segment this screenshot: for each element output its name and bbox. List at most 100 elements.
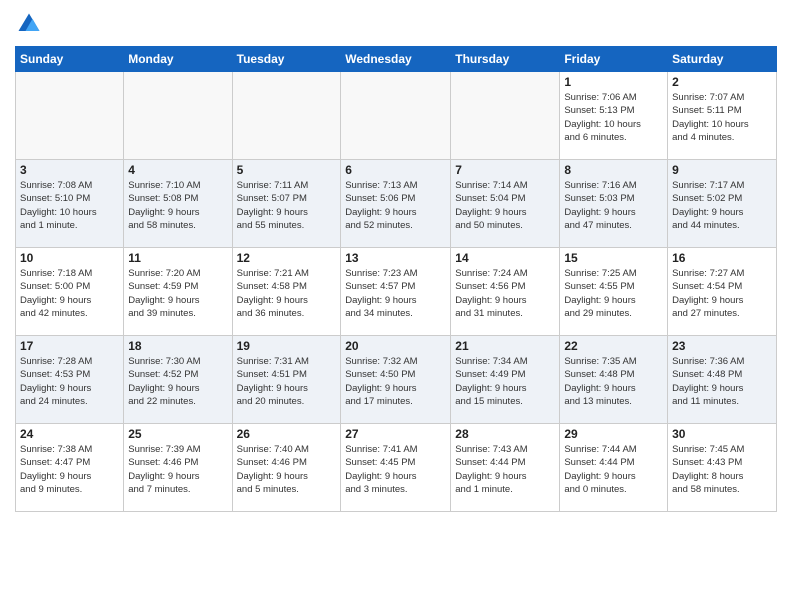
day-number: 29 <box>564 427 663 441</box>
day-number: 28 <box>455 427 555 441</box>
day-number: 11 <box>128 251 227 265</box>
day-info: Sunrise: 7:27 AM Sunset: 4:54 PM Dayligh… <box>672 267 772 320</box>
calendar-cell: 8 Sunrise: 7:16 AM Sunset: 5:03 PM Daylig… <box>560 160 668 248</box>
page-container: SundayMondayTuesdayWednesdayThursdayFrid… <box>0 0 792 522</box>
day-info: Sunrise: 7:28 AM Sunset: 4:53 PM Dayligh… <box>20 355 119 408</box>
header <box>15 10 777 38</box>
calendar-cell: 27 Sunrise: 7:41 AM Sunset: 4:45 PM Dayli… <box>341 424 451 512</box>
calendar-cell: 13 Sunrise: 7:23 AM Sunset: 4:57 PM Dayli… <box>341 248 451 336</box>
weekday-header-thursday: Thursday <box>451 47 560 72</box>
day-number: 23 <box>672 339 772 353</box>
day-info: Sunrise: 7:30 AM Sunset: 4:52 PM Dayligh… <box>128 355 227 408</box>
day-number: 27 <box>345 427 446 441</box>
day-info: Sunrise: 7:34 AM Sunset: 4:49 PM Dayligh… <box>455 355 555 408</box>
day-info: Sunrise: 7:45 AM Sunset: 4:43 PM Dayligh… <box>672 443 772 496</box>
calendar-cell: 24 Sunrise: 7:38 AM Sunset: 4:47 PM Dayli… <box>16 424 124 512</box>
calendar-cell: 20 Sunrise: 7:32 AM Sunset: 4:50 PM Dayli… <box>341 336 451 424</box>
calendar-cell: 10 Sunrise: 7:18 AM Sunset: 5:00 PM Dayli… <box>16 248 124 336</box>
calendar: SundayMondayTuesdayWednesdayThursdayFrid… <box>15 46 777 512</box>
calendar-cell <box>341 72 451 160</box>
weekday-header-monday: Monday <box>124 47 232 72</box>
week-row-4: 17 Sunrise: 7:28 AM Sunset: 4:53 PM Dayli… <box>16 336 777 424</box>
logo-icon <box>15 10 43 38</box>
day-info: Sunrise: 7:16 AM Sunset: 5:03 PM Dayligh… <box>564 179 663 232</box>
day-number: 22 <box>564 339 663 353</box>
day-number: 16 <box>672 251 772 265</box>
calendar-cell: 5 Sunrise: 7:11 AM Sunset: 5:07 PM Daylig… <box>232 160 341 248</box>
day-info: Sunrise: 7:14 AM Sunset: 5:04 PM Dayligh… <box>455 179 555 232</box>
calendar-cell: 12 Sunrise: 7:21 AM Sunset: 4:58 PM Dayli… <box>232 248 341 336</box>
week-row-5: 24 Sunrise: 7:38 AM Sunset: 4:47 PM Dayli… <box>16 424 777 512</box>
calendar-cell: 29 Sunrise: 7:44 AM Sunset: 4:44 PM Dayli… <box>560 424 668 512</box>
day-number: 24 <box>20 427 119 441</box>
day-info: Sunrise: 7:41 AM Sunset: 4:45 PM Dayligh… <box>345 443 446 496</box>
day-number: 4 <box>128 163 227 177</box>
calendar-cell: 30 Sunrise: 7:45 AM Sunset: 4:43 PM Dayli… <box>668 424 777 512</box>
calendar-cell <box>232 72 341 160</box>
day-info: Sunrise: 7:21 AM Sunset: 4:58 PM Dayligh… <box>237 267 337 320</box>
weekday-header-tuesday: Tuesday <box>232 47 341 72</box>
day-info: Sunrise: 7:13 AM Sunset: 5:06 PM Dayligh… <box>345 179 446 232</box>
day-number: 17 <box>20 339 119 353</box>
day-info: Sunrise: 7:23 AM Sunset: 4:57 PM Dayligh… <box>345 267 446 320</box>
day-info: Sunrise: 7:06 AM Sunset: 5:13 PM Dayligh… <box>564 91 663 144</box>
calendar-cell: 6 Sunrise: 7:13 AM Sunset: 5:06 PM Daylig… <box>341 160 451 248</box>
day-info: Sunrise: 7:43 AM Sunset: 4:44 PM Dayligh… <box>455 443 555 496</box>
day-info: Sunrise: 7:17 AM Sunset: 5:02 PM Dayligh… <box>672 179 772 232</box>
day-number: 21 <box>455 339 555 353</box>
day-number: 10 <box>20 251 119 265</box>
day-info: Sunrise: 7:32 AM Sunset: 4:50 PM Dayligh… <box>345 355 446 408</box>
logo <box>15 10 47 38</box>
day-number: 18 <box>128 339 227 353</box>
day-number: 19 <box>237 339 337 353</box>
day-info: Sunrise: 7:18 AM Sunset: 5:00 PM Dayligh… <box>20 267 119 320</box>
calendar-cell <box>124 72 232 160</box>
day-number: 12 <box>237 251 337 265</box>
day-info: Sunrise: 7:25 AM Sunset: 4:55 PM Dayligh… <box>564 267 663 320</box>
calendar-cell: 15Sunrise: 7:25 AM Sunset: 4:55 PM Dayli… <box>560 248 668 336</box>
week-row-1: 1 Sunrise: 7:06 AM Sunset: 5:13 PM Daylig… <box>16 72 777 160</box>
day-info: Sunrise: 7:10 AM Sunset: 5:08 PM Dayligh… <box>128 179 227 232</box>
day-number: 8 <box>564 163 663 177</box>
calendar-cell: 28 Sunrise: 7:43 AM Sunset: 4:44 PM Dayli… <box>451 424 560 512</box>
weekday-header-sunday: Sunday <box>16 47 124 72</box>
day-number: 7 <box>455 163 555 177</box>
weekday-header-wednesday: Wednesday <box>341 47 451 72</box>
day-number: 6 <box>345 163 446 177</box>
week-row-3: 10 Sunrise: 7:18 AM Sunset: 5:00 PM Dayli… <box>16 248 777 336</box>
day-info: Sunrise: 7:44 AM Sunset: 4:44 PM Dayligh… <box>564 443 663 496</box>
day-number: 5 <box>237 163 337 177</box>
day-info: Sunrise: 7:20 AM Sunset: 4:59 PM Dayligh… <box>128 267 227 320</box>
calendar-cell: 26 Sunrise: 7:40 AM Sunset: 4:46 PM Dayli… <box>232 424 341 512</box>
day-number: 13 <box>345 251 446 265</box>
day-info: Sunrise: 7:11 AM Sunset: 5:07 PM Dayligh… <box>237 179 337 232</box>
calendar-cell: 18 Sunrise: 7:30 AM Sunset: 4:52 PM Dayli… <box>124 336 232 424</box>
day-info: Sunrise: 7:08 AM Sunset: 5:10 PM Dayligh… <box>20 179 119 232</box>
day-info: Sunrise: 7:39 AM Sunset: 4:46 PM Dayligh… <box>128 443 227 496</box>
calendar-cell: 25 Sunrise: 7:39 AM Sunset: 4:46 PM Dayli… <box>124 424 232 512</box>
weekday-header-row: SundayMondayTuesdayWednesdayThursdayFrid… <box>16 47 777 72</box>
day-info: Sunrise: 7:36 AM Sunset: 4:48 PM Dayligh… <box>672 355 772 408</box>
day-info: Sunrise: 7:40 AM Sunset: 4:46 PM Dayligh… <box>237 443 337 496</box>
day-number: 26 <box>237 427 337 441</box>
calendar-cell: 4 Sunrise: 7:10 AM Sunset: 5:08 PM Daylig… <box>124 160 232 248</box>
weekday-header-friday: Friday <box>560 47 668 72</box>
calendar-cell: 14Sunrise: 7:24 AM Sunset: 4:56 PM Dayli… <box>451 248 560 336</box>
calendar-cell: 11 Sunrise: 7:20 AM Sunset: 4:59 PM Dayli… <box>124 248 232 336</box>
calendar-cell: 21 Sunrise: 7:34 AM Sunset: 4:49 PM Dayli… <box>451 336 560 424</box>
calendar-cell: 16 Sunrise: 7:27 AM Sunset: 4:54 PM Dayli… <box>668 248 777 336</box>
day-number: 25 <box>128 427 227 441</box>
day-number: 2 <box>672 75 772 89</box>
day-number: 3 <box>20 163 119 177</box>
calendar-cell: 23 Sunrise: 7:36 AM Sunset: 4:48 PM Dayli… <box>668 336 777 424</box>
day-number: 30 <box>672 427 772 441</box>
day-number: 20 <box>345 339 446 353</box>
day-info: Sunrise: 7:24 AM Sunset: 4:56 PM Dayligh… <box>455 267 555 320</box>
calendar-cell <box>451 72 560 160</box>
calendar-cell: 19Sunrise: 7:31 AM Sunset: 4:51 PM Dayli… <box>232 336 341 424</box>
calendar-cell: 22Sunrise: 7:35 AM Sunset: 4:48 PM Dayli… <box>560 336 668 424</box>
day-number: 1 <box>564 75 663 89</box>
day-info: Sunrise: 7:38 AM Sunset: 4:47 PM Dayligh… <box>20 443 119 496</box>
calendar-cell: 1 Sunrise: 7:06 AM Sunset: 5:13 PM Daylig… <box>560 72 668 160</box>
calendar-cell <box>16 72 124 160</box>
